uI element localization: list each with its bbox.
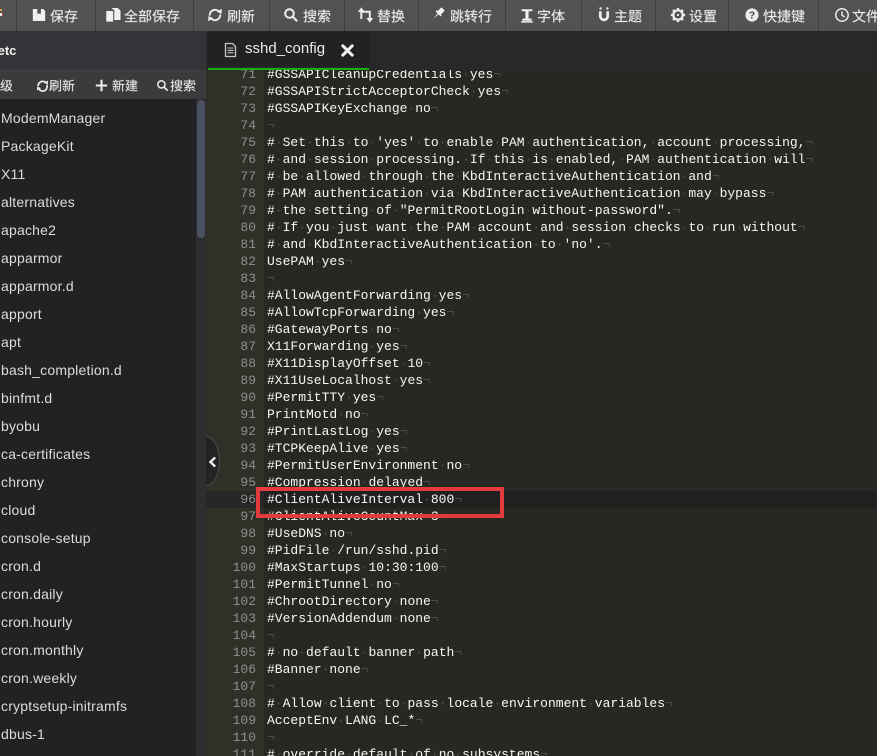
svg-text:?: ?: [749, 10, 755, 22]
